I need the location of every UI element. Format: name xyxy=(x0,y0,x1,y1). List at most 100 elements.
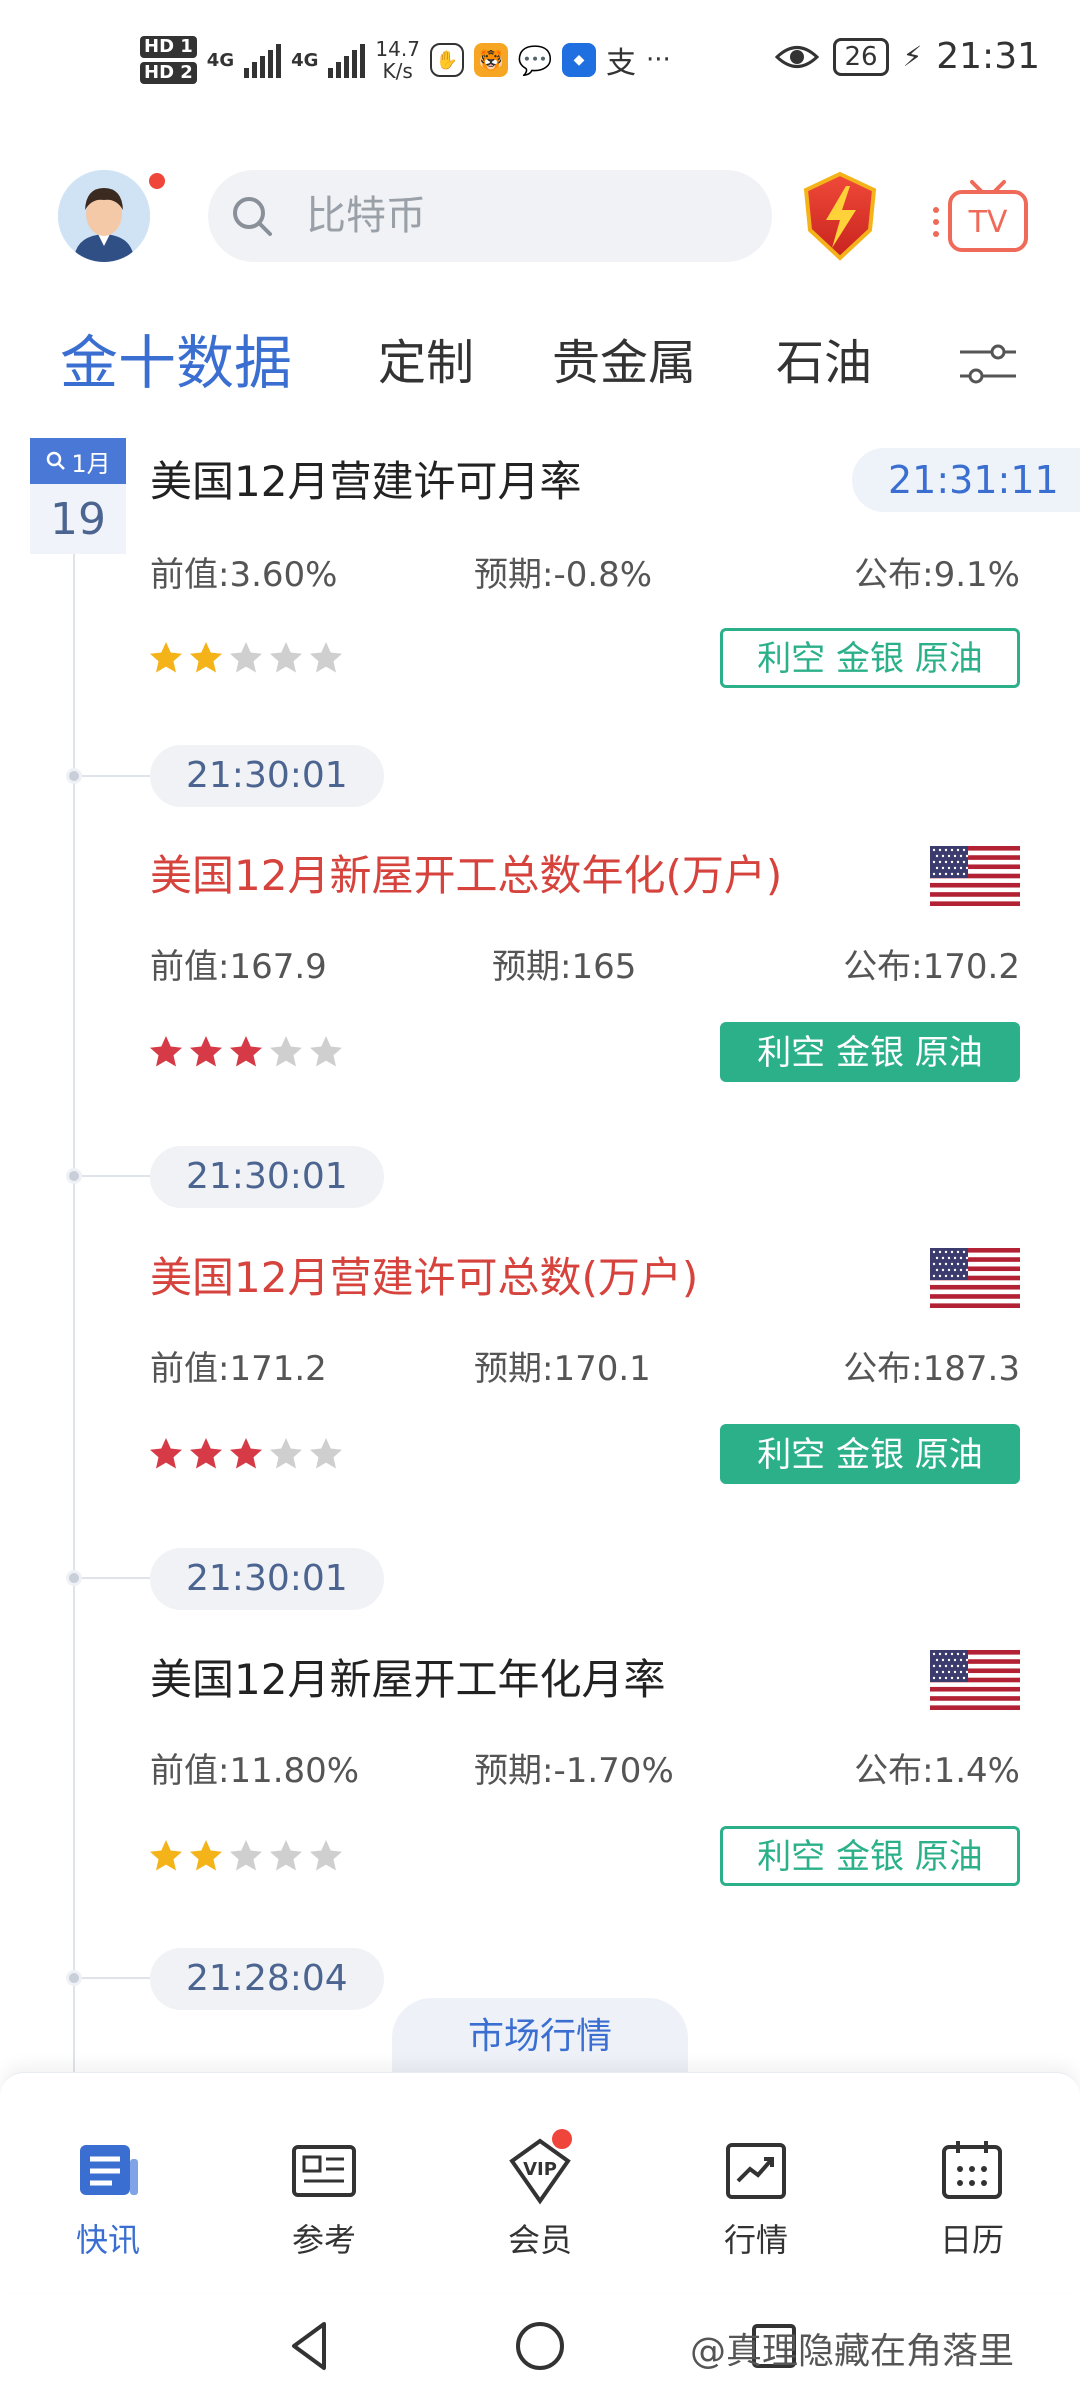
us-flag-graphic xyxy=(930,1650,1020,1711)
bottom-nav: 快讯 参考 VIP 会员 行情 日历 xyxy=(0,2072,1080,2292)
timeline-connector xyxy=(82,1175,150,1177)
star-empty-icon xyxy=(270,1840,302,1871)
item-title: 美国12月营建许可月率 xyxy=(150,457,582,506)
date-badge[interactable]: 1月 19 xyxy=(30,438,126,554)
importance-stars xyxy=(148,1034,344,1074)
forecast-value: -0.8% xyxy=(553,555,653,595)
star-filled-icon xyxy=(230,1036,262,1067)
timeline-connector xyxy=(82,775,150,777)
reference-icon xyxy=(292,2145,356,2197)
search-input[interactable] xyxy=(306,193,686,239)
prev-label: 前值: xyxy=(150,1751,230,1791)
date-day-label: 19 xyxy=(50,493,106,545)
item-title: 美国12月新屋开工年化月率 xyxy=(150,1655,666,1704)
vip-notification-dot xyxy=(552,2129,572,2149)
net-speed-unit: K/s xyxy=(382,59,413,83)
net-speed-value: 14.7 xyxy=(375,37,420,61)
forecast-label: 预期: xyxy=(492,947,572,987)
nav-label: 参考 xyxy=(291,2221,356,2259)
actual-label: 公布: xyxy=(843,1349,923,1389)
impact-tag[interactable]: 利空 金银 原油 xyxy=(720,628,1020,688)
tiger-app-icon: 🐯 xyxy=(473,43,508,77)
status-bar: HD 1 HD 2 4G 4G 14.7 K/s ✋ 🐯 💬 ◆ 支 ··· 2… xyxy=(0,0,1080,130)
impact-tag[interactable]: 利空 金银 原油 xyxy=(720,1424,1020,1484)
nav-flash-news[interactable]: 快讯 xyxy=(28,2135,188,2261)
star-empty-icon xyxy=(230,1840,262,1871)
tab-jin10-data[interactable]: 金十数据 xyxy=(60,318,292,408)
importance-stars xyxy=(148,640,344,680)
prev-value: 171.2 xyxy=(229,1349,327,1389)
hand-app-icon: ✋ xyxy=(429,43,464,77)
forecast-label: 预期: xyxy=(474,1751,554,1791)
hd2-label: HD 2 xyxy=(140,62,197,84)
network-type-1: 4G xyxy=(206,49,235,71)
market-quotes-tab[interactable]: 市场行情 xyxy=(392,1998,688,2080)
flash-badge-icon[interactable] xyxy=(800,170,880,262)
date-month-label: 1月 xyxy=(71,449,111,478)
item-values: 前值:3.60% 预期:-0.8% 公布:9.1% xyxy=(150,550,1020,600)
prev-value: 11.80% xyxy=(229,1751,360,1791)
news-icon xyxy=(80,2145,138,2195)
filter-settings-icon[interactable] xyxy=(958,340,1018,390)
network-type-2: 4G xyxy=(291,49,319,71)
nav-market[interactable]: 行情 xyxy=(676,2135,836,2261)
tab-oil[interactable]: 石油 xyxy=(776,318,872,408)
nav-label: 日历 xyxy=(939,2221,1004,2259)
timeline-dot xyxy=(66,768,82,784)
nav-calendar[interactable]: 日历 xyxy=(892,2135,1052,2261)
tv-icon[interactable]: TV xyxy=(930,178,1040,258)
actual-label: 公布: xyxy=(843,947,923,987)
tab-precious-metals[interactable]: 贵金属 xyxy=(552,318,696,408)
star-empty-icon xyxy=(270,642,302,673)
forecast-value: 170.1 xyxy=(553,1349,651,1389)
star-filled-icon xyxy=(150,642,182,673)
us-flag-icon xyxy=(930,846,1020,907)
item-time-pill: 21:30:01 xyxy=(150,745,384,807)
forecast-value: -1.70% xyxy=(553,1751,674,1791)
star-empty-icon xyxy=(270,1036,302,1067)
avatar[interactable] xyxy=(58,170,150,262)
item-time: 21:31:11 xyxy=(852,448,1080,512)
item-time-pill: 21:28:04 xyxy=(150,1948,384,2010)
home-icon[interactable] xyxy=(510,2316,570,2376)
star-filled-icon xyxy=(150,1840,182,1871)
star-filled-icon xyxy=(150,1036,182,1067)
item-title: 美国12月营建许可总数(万户) xyxy=(150,1253,699,1302)
us-flag-graphic xyxy=(930,846,1020,907)
user-avatar-icon xyxy=(58,170,150,262)
market-icon xyxy=(726,2143,786,2199)
star-filled-icon xyxy=(190,1438,222,1469)
impact-tag[interactable]: 利空 金银 原油 xyxy=(720,1022,1020,1082)
wechat-icon: 💬 xyxy=(517,43,553,77)
alipay-icon: 支 xyxy=(605,46,636,81)
prev-value: 3.60% xyxy=(229,555,338,595)
nav-label: 快讯 xyxy=(75,2221,140,2259)
back-icon[interactable] xyxy=(280,2316,340,2376)
star-filled-icon xyxy=(190,642,222,673)
svg-text:VIP: VIP xyxy=(523,2159,557,2180)
item-values: 前值:171.2 预期:170.1 公布:187.3 xyxy=(150,1344,1020,1394)
nav-reference[interactable]: 参考 xyxy=(244,2135,404,2261)
forecast-label: 预期: xyxy=(474,1349,554,1389)
star-empty-icon xyxy=(310,642,342,673)
star-empty-icon xyxy=(310,1036,342,1067)
importance-stars xyxy=(148,1838,344,1878)
nav-label: 会员 xyxy=(507,2221,572,2259)
status-time: 21:31 xyxy=(936,36,1040,77)
item-values: 前值:11.80% 预期:-1.70% 公布:1.4% xyxy=(150,1746,1020,1796)
item-time-pill: 21:30:01 xyxy=(150,1146,384,1208)
signal-icon-2 xyxy=(328,42,366,78)
search-bar[interactable] xyxy=(208,170,772,262)
prev-label: 前值: xyxy=(150,1349,230,1389)
tab-custom[interactable]: 定制 xyxy=(378,318,474,408)
status-left: HD 1 HD 2 4G 4G 14.7 K/s ✋ 🐯 💬 ◆ 支 ··· xyxy=(140,36,671,84)
impact-tag[interactable]: 利空 金银 原油 xyxy=(720,1826,1020,1886)
prev-label: 前值: xyxy=(150,555,230,595)
nav-vip[interactable]: VIP 会员 xyxy=(460,2129,620,2261)
more-icon: ··· xyxy=(645,45,671,75)
timeline-connector xyxy=(82,1977,150,1979)
calendar-icon xyxy=(942,2141,1002,2199)
net-speed: 14.7 K/s xyxy=(375,38,420,82)
nav-label: 行情 xyxy=(723,2221,788,2259)
hd-indicator: HD 1 HD 2 xyxy=(140,36,197,84)
